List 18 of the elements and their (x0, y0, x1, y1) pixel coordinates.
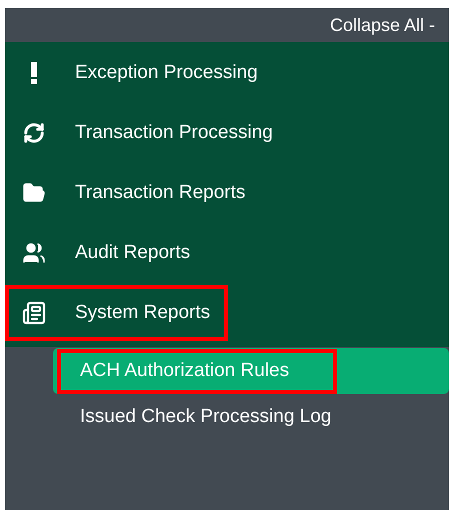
users-icon (22, 241, 46, 265)
menu-label: Transaction Reports (75, 180, 246, 205)
submenu-label: Issued Check Processing Log (79, 404, 332, 429)
menu-label: Audit Reports (75, 240, 190, 265)
exclamation-icon (30, 62, 38, 84)
menu-item[interactable]: Audit Reports (5, 225, 208, 281)
menu-item[interactable]: Exception Processing (5, 45, 276, 101)
refresh-icon (23, 122, 45, 144)
submenu-label: ACH Authorization Rules (57, 348, 338, 394)
submenu-item[interactable]: Issued Check Processing Log (53, 394, 449, 440)
menu-item[interactable]: System Reports (5, 285, 228, 341)
menu-item[interactable]: Transaction Processing (5, 105, 291, 161)
newspaper-icon (22, 301, 46, 325)
menu-item[interactable]: Transaction Reports (5, 165, 264, 221)
menu-label: System Reports (75, 300, 210, 325)
menu-label: Transaction Processing (75, 120, 273, 145)
collapse-all-link[interactable]: Collapse All - (330, 12, 435, 38)
menu-label: Exception Processing (75, 60, 258, 85)
